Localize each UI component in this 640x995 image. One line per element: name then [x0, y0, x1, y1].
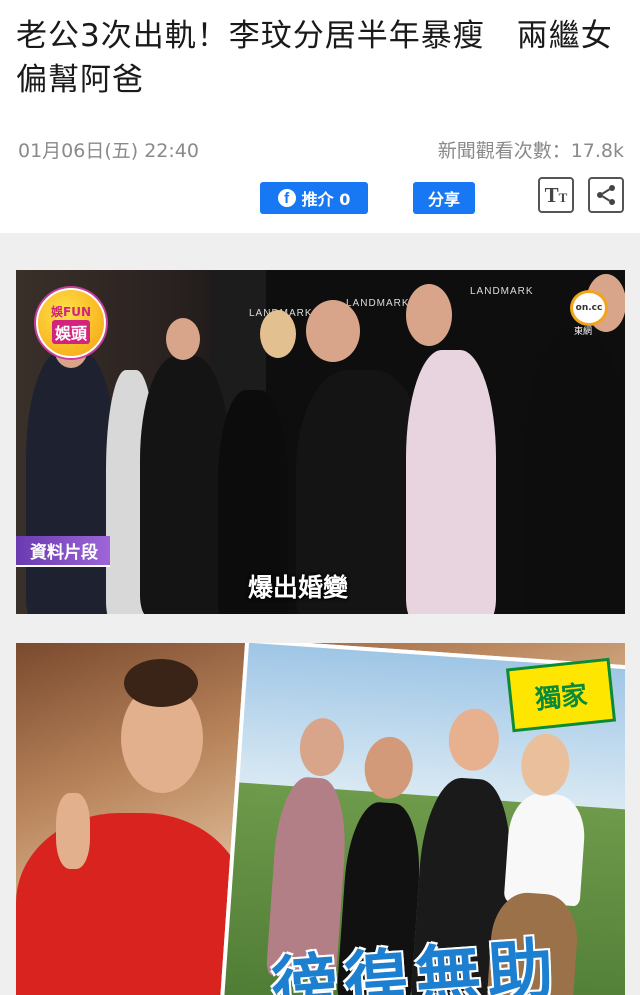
like-label: 推介 0: [301, 190, 351, 209]
article-title: 老公3次出軌！李玟分居半年暴瘦 兩繼女偏幫阿爸: [16, 18, 613, 98]
share-icon: [597, 185, 615, 205]
wall-logo-text: LANDMARK: [346, 298, 410, 309]
article-header: 老公3次出軌！李玟分居半年暴瘦 兩繼女偏幫阿爸 01月06日(五) 22:40 …: [0, 0, 640, 233]
share-label: 分享: [427, 190, 460, 209]
facebook-like-button[interactable]: f 推介 0: [260, 182, 368, 214]
archive-footage-tag: 資料片段: [16, 536, 110, 567]
wall-logo-text: LANDMARK: [470, 286, 534, 297]
exclusive-badge: 獨家: [505, 657, 617, 733]
show-badge: 娛FUN 娛頭: [36, 288, 106, 358]
oncc-logo: on.cc: [570, 290, 608, 326]
news-photo-collage[interactable]: 獨家 徬徨無助: [16, 643, 625, 995]
video-subtitle: 爆出婚變: [248, 573, 349, 602]
facebook-icon: f: [277, 189, 296, 207]
share-button[interactable]: 分享: [413, 182, 475, 214]
share-icon-button[interactable]: [588, 177, 624, 213]
text-size-button[interactable]: TT: [538, 177, 574, 213]
view-count: 新聞觀看次數：17.8k: [437, 140, 624, 162]
oncc-label: 東網: [574, 327, 593, 337]
publish-date: 01月06日(五) 22:40: [18, 140, 199, 162]
text-size-icon: T: [544, 182, 559, 207]
news-photo-event[interactable]: LANDMARK LANDMARK LANDMARK 娛FUN 娛頭 on.cc…: [16, 270, 625, 614]
